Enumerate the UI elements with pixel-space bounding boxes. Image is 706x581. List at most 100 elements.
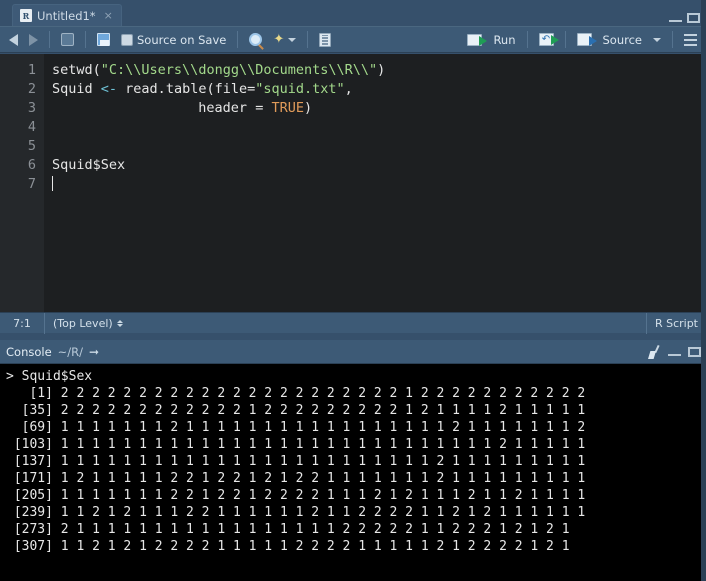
window-right-edge <box>701 0 706 581</box>
console-pane: Console ~/R/ ➞ > Squid$Sex [1] 2 2 2 2 2… <box>0 340 706 581</box>
code-tools-button[interactable]: ✦ <box>269 29 300 50</box>
toolbar-divider <box>307 31 309 48</box>
console-prompt: > <box>6 369 22 384</box>
source-button[interactable]: Source <box>573 29 666 50</box>
console-row-index: [307] <box>6 539 61 554</box>
document-lines-icon <box>319 32 332 47</box>
source-window-controls <box>669 13 700 23</box>
rerun-button[interactable]: ↶ <box>535 29 559 50</box>
code-content[interactable]: setwd("C:\\Users\\dongg\\Documents\\R\\"… <box>44 54 706 312</box>
console-row-index: [171] <box>6 471 61 486</box>
maximize-icon[interactable] <box>688 347 701 357</box>
text-caret <box>52 176 53 191</box>
console-output-row: [69] 1 1 1 1 1 1 1 2 1 1 1 1 1 1 1 1 1 1… <box>6 419 706 436</box>
cursor-position: 7:1 <box>13 316 31 330</box>
source-arrow-icon <box>576 33 597 46</box>
console-row-index: [35] <box>6 403 61 418</box>
run-label: Run <box>493 32 516 47</box>
minimize-icon[interactable] <box>669 15 682 22</box>
chevron-down-icon <box>288 37 297 42</box>
arrow-right-icon <box>29 33 38 46</box>
back-button[interactable] <box>5 29 22 50</box>
console-title[interactable]: Console <box>6 345 52 359</box>
code-line: header = TRUE) <box>52 99 706 118</box>
code-line <box>52 175 706 194</box>
code-editor[interactable]: 1 2 3 4 5 6 7 setwd("C:\\Users\\dongg\\Documen… <box>0 54 706 312</box>
chevron-updown-icon <box>116 319 123 327</box>
console-output-row: [103] 1 1 1 1 1 1 1 1 1 1 1 1 1 1 1 1 1 … <box>6 436 706 453</box>
console-row-values: 2 2 2 2 2 2 2 2 2 2 2 2 2 2 2 2 2 2 2 2 … <box>60 386 586 401</box>
console-row-values: 1 1 1 1 1 1 1 2 2 1 2 2 1 2 2 2 2 1 1 1 … <box>60 488 586 503</box>
forward-button[interactable] <box>25 29 42 50</box>
console-row-values: 1 1 1 1 1 1 1 1 1 1 1 1 1 1 1 1 1 1 1 1 … <box>60 454 586 469</box>
console-row-values: 1 1 1 1 1 1 1 2 1 1 1 1 1 1 1 1 1 1 1 1 … <box>60 420 586 435</box>
toolbar-divider <box>49 31 50 48</box>
broom-icon[interactable] <box>647 345 661 359</box>
code-token: setwd( <box>52 62 101 78</box>
console-row-index: [103] <box>6 437 61 452</box>
toolbar-divider <box>526 31 528 48</box>
close-icon[interactable]: × <box>104 9 113 22</box>
code-token: header = <box>52 100 272 116</box>
source-pane: R Untitled1* × Source on Save ✦ Run ↶ So… <box>0 0 706 334</box>
console-row-index: [1] <box>6 386 61 401</box>
arrow-left-icon <box>9 33 18 46</box>
console-row-values: 1 1 2 1 2 1 1 1 2 2 1 1 1 1 1 1 2 1 1 2 … <box>60 505 586 520</box>
console-row-index: [205] <box>6 488 61 503</box>
maximize-icon[interactable] <box>687 13 700 23</box>
code-token: Squid <box>52 81 101 97</box>
code-token: , <box>344 81 353 97</box>
code-token: ) <box>303 100 313 116</box>
find-replace-button[interactable] <box>245 29 266 50</box>
code-line: Squid$Sex <box>52 156 706 175</box>
console-output[interactable]: > Squid$Sex [1] 2 2 2 2 2 2 2 2 2 2 2 2 … <box>0 364 706 581</box>
source-on-save-toggle[interactable]: Source on Save <box>117 29 230 50</box>
console-header-controls <box>647 340 701 364</box>
code-token: $Sex <box>92 157 126 173</box>
minimize-icon[interactable] <box>668 349 681 356</box>
run-arrow-icon <box>467 33 488 46</box>
source-on-save-label: Source on Save <box>137 32 227 47</box>
run-button[interactable]: Run <box>463 29 519 50</box>
console-row-values: 2 2 2 2 2 2 2 2 2 2 2 2 1 2 2 2 2 2 2 2 … <box>60 403 586 418</box>
toolbar-divider <box>85 31 86 48</box>
console-output-row: [205] 1 1 1 1 1 1 1 2 2 1 2 2 1 2 2 2 2 … <box>6 487 706 504</box>
line-number: 1 <box>27 62 36 78</box>
rstudio-window: R Untitled1* × Source on Save ✦ Run ↶ So… <box>0 0 706 581</box>
panel-layout-icon <box>684 33 697 46</box>
chevron-down-icon[interactable] <box>653 37 661 42</box>
source-tab-untitled1[interactable]: R Untitled1* × <box>12 4 122 26</box>
line-number: 4 <box>27 119 36 135</box>
r-script-icon: R <box>20 9 32 22</box>
line-number: 5 <box>27 138 36 154</box>
file-type-selector[interactable]: R Script <box>647 313 706 334</box>
code-scope-selector[interactable]: (Top Level) <box>45 313 131 334</box>
console-row-values: 1 1 2 1 2 1 2 2 2 2 1 1 1 1 1 2 2 2 2 1 … <box>60 539 570 554</box>
magic-wand-icon: ✦ <box>273 32 285 47</box>
search-icon <box>249 33 263 46</box>
console-header: Console ~/R/ ➞ <box>0 340 706 364</box>
panel-layout-button[interactable] <box>680 29 701 50</box>
line-number: 7 <box>27 176 36 192</box>
popout-icon[interactable]: ➞ <box>89 345 99 359</box>
console-working-directory[interactable]: ~/R/ <box>58 345 83 359</box>
line-number-gutter: 1 2 3 4 5 6 7 <box>0 54 44 312</box>
line-number: 6 <box>27 157 36 173</box>
source-toolbar: Source on Save ✦ Run ↶ Source <box>0 26 706 53</box>
console-row-index: [137] <box>6 454 61 469</box>
code-token: <- <box>100 81 118 97</box>
save-button[interactable] <box>93 29 114 50</box>
console-row-index: [69] <box>6 420 61 435</box>
code-line: setwd("C:\\Users\\dongg\\Documents\\R\\"… <box>52 61 706 80</box>
code-line: Squid <- read.table(file="squid.txt", <box>52 80 706 99</box>
console-output-row: [307] 1 1 2 1 2 1 2 2 2 2 1 1 1 1 1 2 2 … <box>6 538 706 555</box>
rerun-arrow-icon: ↶ <box>538 33 559 46</box>
popout-window-icon <box>61 33 74 46</box>
source-label: Source <box>602 32 643 47</box>
console-output-row: [273] 2 1 1 1 1 1 1 1 1 1 1 1 1 1 1 1 1 … <box>6 521 706 538</box>
show-in-new-window-button[interactable] <box>57 29 78 50</box>
console-output-row: [171] 1 2 1 1 1 1 1 2 2 1 2 2 1 2 1 2 2 … <box>6 470 706 487</box>
console-command-text: Squid$Sex <box>21 369 93 384</box>
compile-report-button[interactable] <box>315 29 335 50</box>
